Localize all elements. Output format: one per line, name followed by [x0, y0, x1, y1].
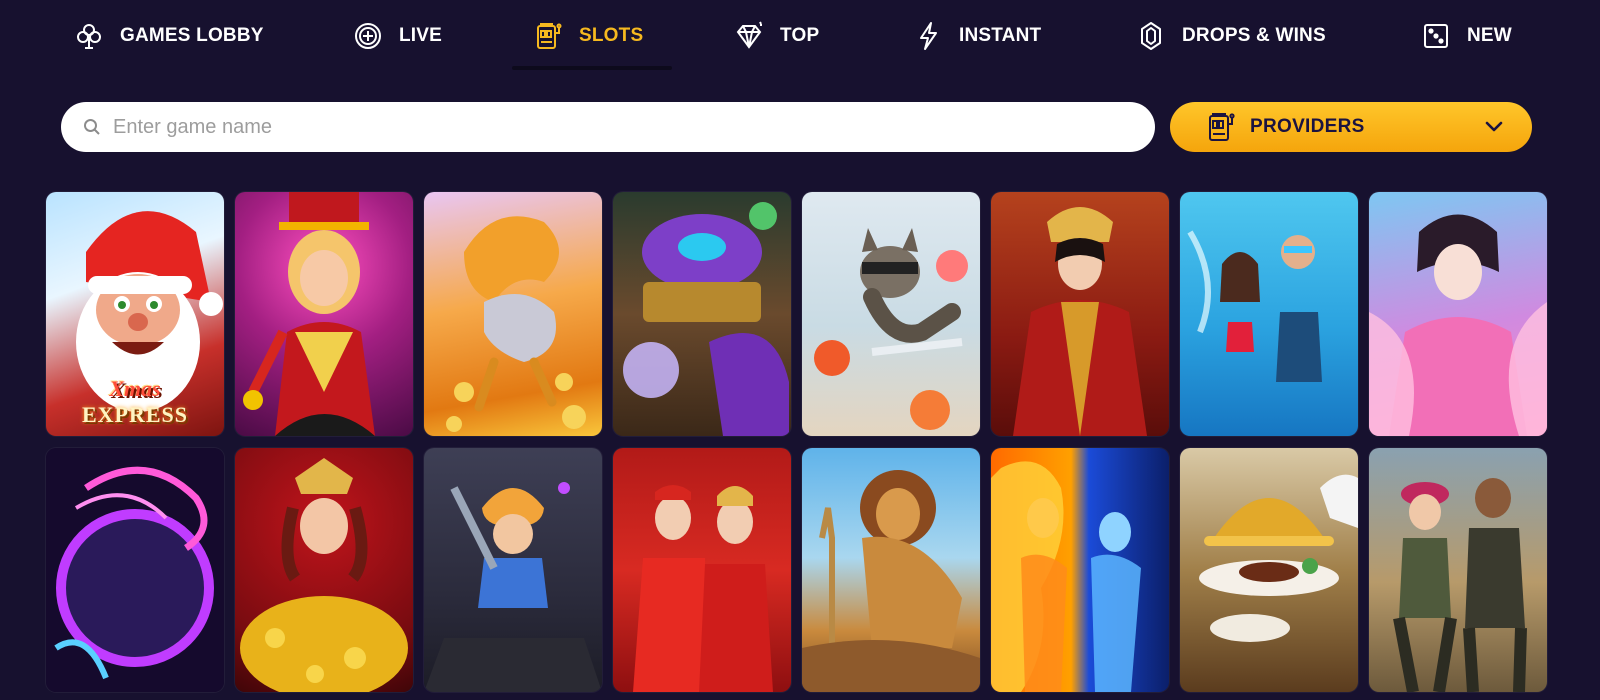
- nav-label: LIVE: [399, 25, 443, 46]
- game-tile-roses-queen[interactable]: [235, 448, 413, 692]
- game-artwork: [424, 448, 602, 692]
- dice-icon: [1424, 24, 1448, 48]
- game-artwork: [46, 448, 224, 692]
- nav-item-top[interactable]: TOP: [734, 14, 819, 58]
- nav-label: SLOTS: [579, 25, 644, 46]
- game-tile-wizard-treasure[interactable]: [613, 192, 791, 436]
- game-tile-pink-princess[interactable]: [1369, 192, 1547, 436]
- game-tile-circus-showgirl[interactable]: [235, 192, 413, 436]
- nav-item-games-lobby[interactable]: GAMES LOBBY: [74, 14, 264, 58]
- game-artwork: [802, 192, 980, 436]
- game-grid: Xmas EXPRESS: [46, 192, 1547, 692]
- nav-label: NEW: [1467, 25, 1512, 46]
- game-tile-golden-dinner[interactable]: [1180, 448, 1358, 692]
- game-logo: Xmas EXPRESS: [81, 376, 189, 427]
- gem-icon: [1141, 22, 1161, 50]
- game-tile-xmas-express[interactable]: Xmas EXPRESS: [46, 192, 224, 436]
- nav-label: DROPS & WINS: [1182, 25, 1326, 46]
- game-artwork: [613, 448, 791, 692]
- clover-icon: [77, 24, 101, 49]
- chevron-down-icon: [1485, 121, 1503, 132]
- nav-item-live[interactable]: LIVE: [353, 14, 442, 58]
- game-tile-sword-hero[interactable]: [424, 448, 602, 692]
- category-nav: GAMES LOBBY LIVE SLOTS TOP INSTANT DROPS…: [0, 0, 1600, 72]
- search-input[interactable]: [111, 114, 1115, 140]
- search-bar[interactable]: [61, 102, 1155, 152]
- nav-label: GAMES LOBBY: [120, 25, 264, 46]
- game-artwork: [991, 448, 1169, 692]
- slot-machine-icon: [537, 23, 562, 49]
- game-artwork: [424, 192, 602, 436]
- active-tab-indicator: [512, 66, 672, 70]
- game-artwork: [235, 192, 413, 436]
- game-artwork: [613, 192, 791, 436]
- providers-dropdown[interactable]: PROVIDERS: [1170, 102, 1532, 152]
- game-artwork: [991, 192, 1169, 436]
- game-tile-water-fight[interactable]: [1180, 192, 1358, 436]
- game-tile-survivors-duo[interactable]: [1369, 448, 1547, 692]
- game-artwork: [1180, 448, 1358, 692]
- game-tile-ninja-raccoon[interactable]: [802, 192, 980, 436]
- game-artwork: [235, 448, 413, 692]
- game-tile-neon-dragon-tiger[interactable]: [46, 448, 224, 692]
- nav-item-instant[interactable]: INSTANT: [913, 14, 1041, 58]
- game-artwork: [802, 448, 980, 692]
- game-artwork: Xmas EXPRESS: [46, 192, 224, 436]
- slot-machine-icon: [1209, 113, 1235, 141]
- nav-item-drops-wins[interactable]: DROPS & WINS: [1136, 14, 1326, 58]
- chip-icon: [355, 23, 381, 49]
- game-artwork: [1369, 448, 1547, 692]
- game-artwork: [1369, 192, 1547, 436]
- nav-item-new[interactable]: NEW: [1421, 14, 1512, 58]
- game-artwork: [1180, 192, 1358, 436]
- search-icon: [84, 119, 100, 135]
- nav-item-slots[interactable]: SLOTS: [533, 14, 643, 58]
- nav-label: TOP: [780, 25, 820, 46]
- diamond-icon: [736, 21, 762, 49]
- game-tile-wedding-couple[interactable]: [613, 448, 791, 692]
- game-tile-fire-ice-spirits[interactable]: [991, 448, 1169, 692]
- game-tile-chinese-empress[interactable]: [991, 192, 1169, 436]
- providers-label: PROVIDERS: [1250, 116, 1365, 137]
- game-tile-golden-qilin[interactable]: [424, 192, 602, 436]
- nav-label: INSTANT: [959, 25, 1042, 46]
- game-tile-safari-lion[interactable]: [802, 448, 980, 692]
- lightning-icon: [920, 22, 937, 50]
